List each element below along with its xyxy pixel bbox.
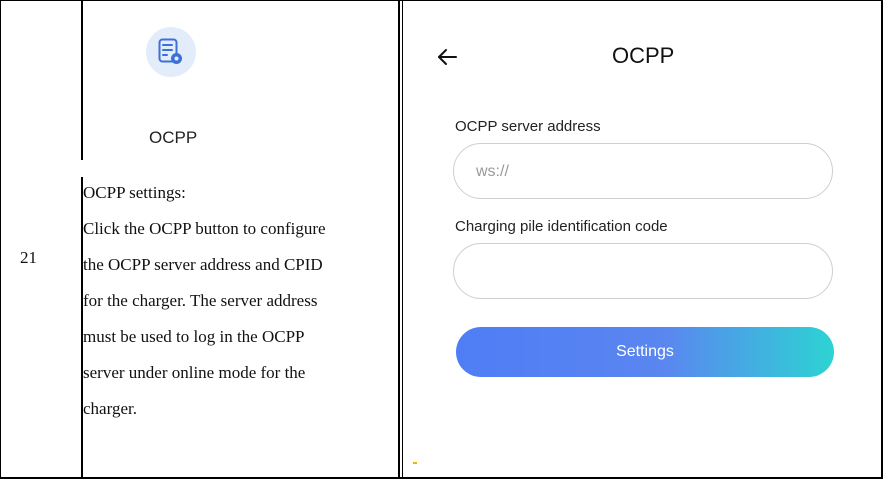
description-line: OCPP settings: (83, 183, 186, 202)
description-line: for the charger. The server address (83, 291, 318, 310)
decorative-mark (413, 462, 417, 464)
pile-code-input[interactable] (474, 258, 808, 286)
server-address-label: OCPP server address (455, 118, 601, 135)
column-divider-3 (402, 0, 403, 479)
description: OCPP settings: Click the OCPP button to … (83, 175, 383, 427)
pile-code-label: Charging pile identification code (455, 218, 668, 235)
screen-title: OCPP (612, 43, 675, 68)
settings-button[interactable]: Settings (456, 327, 834, 377)
server-address-input[interactable] (474, 158, 808, 186)
document-table: 21 OCPP OCPP settings: Click the OCPP bu… (0, 0, 883, 479)
description-line: must be used to log in the OCPP (83, 327, 305, 346)
server-address-field[interactable] (453, 143, 833, 199)
back-arrow-icon[interactable] (436, 45, 464, 69)
ocpp-icon-label: OCPP (149, 128, 198, 147)
description-line: Click the OCPP button to configure (83, 219, 326, 238)
table-border-left (0, 0, 1, 479)
column-divider-2 (398, 0, 400, 479)
pile-code-field[interactable] (453, 243, 833, 299)
description-line: charger. (83, 399, 137, 418)
document-settings-icon (146, 27, 196, 77)
description-line: server under online mode for the (83, 363, 306, 382)
table-border-top (0, 0, 883, 1)
description-line: the OCPP server address and CPID (83, 255, 323, 274)
row-number: 21 (20, 248, 37, 267)
